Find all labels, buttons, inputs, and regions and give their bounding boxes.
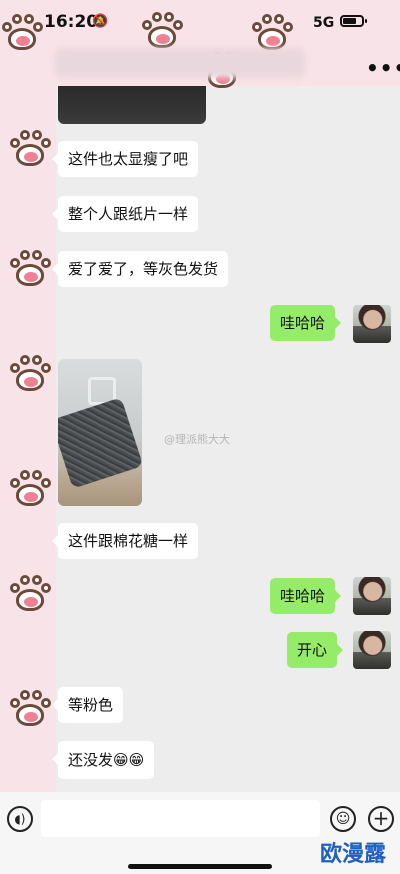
- status-time: 16:20: [44, 12, 99, 32]
- photo-detail: [58, 397, 142, 489]
- brand-watermark: 欧漫露: [320, 841, 387, 867]
- paw-icon: [8, 470, 52, 510]
- image-message[interactable]: [58, 359, 142, 506]
- paw-icon: [8, 355, 52, 395]
- avatar[interactable]: [353, 631, 391, 669]
- bell-slash-icon: 🔕: [92, 14, 109, 29]
- status-bar: 16:20 🔕 5G: [0, 0, 400, 44]
- avatar[interactable]: [353, 305, 391, 343]
- message-bubble-right[interactable]: 哇哈哈: [270, 305, 342, 341]
- network-label: 5G: [313, 15, 335, 31]
- watermark: @理派熊大大: [164, 433, 230, 446]
- home-indicator[interactable]: [128, 864, 272, 869]
- message-bubble-left[interactable]: 这件也太显瘦了吧: [51, 141, 199, 177]
- plus-icon[interactable]: +: [368, 806, 394, 832]
- battery-icon: [340, 15, 367, 27]
- message-bubble-left[interactable]: 等粉色: [51, 687, 124, 723]
- more-options-button[interactable]: •••: [366, 56, 400, 80]
- paw-icon: [8, 250, 52, 290]
- message-input[interactable]: [41, 800, 320, 837]
- chat-title-blurred: [55, 48, 305, 78]
- emoji-icon[interactable]: ☺: [330, 806, 356, 832]
- paw-icon: [8, 690, 52, 730]
- paw-icon: [8, 130, 52, 170]
- message-bubble-right[interactable]: 哇哈哈: [270, 578, 342, 614]
- message-bubble-left[interactable]: 还没发😁😁: [51, 741, 155, 779]
- message-bubble-right[interactable]: 开心: [287, 632, 344, 668]
- image-message[interactable]: [58, 86, 206, 124]
- message-bubble-left[interactable]: 整个人跟纸片一样: [51, 196, 199, 232]
- avatar[interactable]: [353, 577, 391, 615]
- voice-icon[interactable]: ◖): [7, 806, 33, 832]
- message-bubble-left[interactable]: 爱了爱了，等灰色发货: [51, 251, 229, 287]
- message-bubble-left[interactable]: 这件跟棉花糖一样: [51, 523, 199, 559]
- paw-icon: [8, 575, 52, 615]
